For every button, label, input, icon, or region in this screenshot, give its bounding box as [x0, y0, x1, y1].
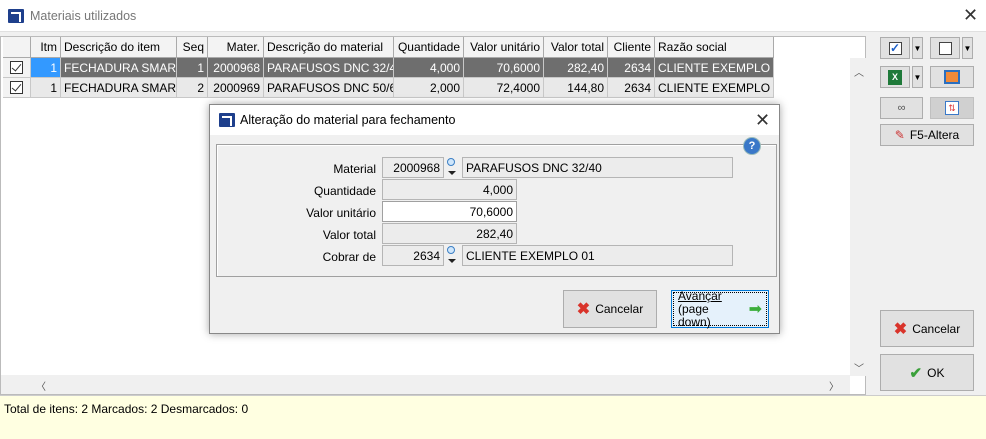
close-icon[interactable]: ✕	[963, 6, 978, 24]
next-label-line2: (page down)	[678, 301, 711, 329]
columns-button[interactable]	[930, 66, 974, 88]
cell-mater: 2000968	[208, 58, 264, 78]
column-header-desc-item[interactable]: Descrição do item	[61, 37, 177, 58]
horizontal-scrollbar[interactable]: 〈 〉	[1, 375, 850, 394]
cell-seq: 2	[177, 78, 208, 98]
material-code-field[interactable]: 2000968	[382, 157, 444, 178]
dialog-close-icon[interactable]: ✕	[755, 111, 770, 129]
scroll-right-icon[interactable]: 〉	[829, 378, 839, 393]
total-value-field: 282,40	[382, 223, 517, 244]
cell-quantidade: 4,000	[394, 58, 464, 78]
cell-quantidade: 2,000	[394, 78, 464, 98]
next-label: Avançar (page down)	[678, 288, 744, 329]
scroll-left-icon[interactable]: 〈	[36, 378, 46, 393]
dialog-title-bar: Alteração do material para fechamento ✕	[210, 105, 779, 135]
cell-desc-item: FECHADURA SMART	[61, 58, 177, 78]
row-checkbox[interactable]	[10, 61, 23, 74]
cell-razao-social: CLIENTE EXEMPLO 01	[655, 58, 774, 78]
arrow-right-icon: ➡	[748, 301, 762, 318]
excel-icon: X	[888, 69, 902, 85]
cancel-x-icon: ✖	[576, 301, 591, 318]
cell-cliente: 2634	[608, 58, 655, 78]
charge-to-label: Cobrar de	[322, 250, 376, 264]
table-hand-icon	[944, 70, 960, 84]
client-lookup-icon[interactable]	[445, 245, 459, 265]
window-title: Materiais utilizados	[30, 9, 137, 23]
cell-valor-total: 282,40	[544, 58, 608, 78]
material-desc-field: PARAFUSOS DNC 32/40	[462, 157, 733, 178]
cell-desc-item: FECHADURA SMART	[61, 78, 177, 98]
dialog-title: Alteração do material para fechamento	[240, 113, 456, 127]
status-text: Total de itens: 2 Marcados: 2 Desmarcado…	[4, 402, 249, 416]
column-header-mater[interactable]: Mater.	[208, 37, 264, 58]
column-header-razao-social[interactable]: Razão social	[655, 37, 774, 58]
cancel-label: Cancelar	[912, 321, 961, 336]
excel-export-button[interactable]: X	[880, 66, 910, 88]
f5-edit-label: F5-Altera	[909, 128, 960, 142]
uncheck-dropdown[interactable]: ▼	[962, 37, 973, 59]
app-icon	[8, 9, 24, 23]
cell-valor-total: 144,80	[544, 78, 608, 98]
total-value-label: Valor total	[322, 228, 376, 242]
cell-desc-material: PARAFUSOS DNC 32/40	[264, 58, 394, 78]
cell-cliente: 2634	[608, 78, 655, 98]
next-label-line1: Avançar	[678, 288, 722, 303]
ok-button[interactable]: ✔ OK	[880, 354, 974, 391]
app-icon	[219, 113, 235, 127]
cell-mater: 2000969	[208, 78, 264, 98]
edit-icon: ✎	[894, 128, 905, 142]
quantity-label: Quantidade	[313, 184, 376, 198]
material-label: Material	[333, 162, 376, 176]
column-header-checkbox[interactable]	[3, 37, 31, 58]
cell-itm: 1	[31, 78, 61, 98]
column-header-quantidade[interactable]: Quantidade	[394, 37, 464, 58]
cell-seq: 1	[177, 58, 208, 78]
cancel-button[interactable]: ✖ Cancelar	[880, 310, 974, 347]
excel-dropdown[interactable]: ▼	[912, 66, 923, 88]
checkbox-empty-icon	[938, 41, 952, 55]
cell-itm: 1	[31, 58, 61, 78]
column-header-seq[interactable]: Seq	[177, 37, 208, 58]
vertical-scrollbar[interactable]: ︿ ﹀	[850, 58, 866, 376]
cell-checkbox[interactable]	[3, 78, 31, 98]
f5-edit-button[interactable]: ✎ F5-Altera	[880, 124, 974, 146]
edit-material-dialog: Alteração do material para fechamento ✕ …	[209, 104, 780, 334]
unit-value-label: Valor unitário	[306, 206, 376, 220]
binoculars-icon: ∞	[897, 102, 906, 114]
help-icon[interactable]: ?	[744, 138, 760, 154]
check-dropdown[interactable]: ▼	[912, 37, 923, 59]
dialog-cancel-button[interactable]: ✖ Cancelar	[563, 290, 657, 328]
title-bar: Materiais utilizados ✕	[0, 0, 986, 32]
row-checkbox[interactable]	[10, 81, 23, 94]
scroll-up-icon[interactable]: ︿	[854, 64, 864, 79]
client-desc-field: CLIENTE EXEMPLO 01	[462, 245, 733, 266]
uncheck-all-button[interactable]	[930, 37, 960, 59]
column-header-itm[interactable]: Itm	[31, 37, 61, 58]
column-header-desc-material[interactable]: Descrição do material	[264, 37, 394, 58]
cancel-x-icon: ✖	[893, 320, 908, 338]
ok-label: OK	[927, 365, 945, 380]
find-button[interactable]: ∞	[880, 97, 923, 119]
check-all-button[interactable]: ✓	[880, 37, 910, 59]
dialog-cancel-label: Cancelar	[595, 302, 644, 316]
column-header-valor-total[interactable]: Valor total	[544, 37, 608, 58]
sort-button[interactable]: ⇅	[930, 97, 974, 119]
unit-value-input[interactable]: 70,6000	[382, 201, 517, 222]
client-code-field[interactable]: 2634	[382, 245, 444, 266]
scroll-down-icon[interactable]: ﹀	[854, 360, 864, 375]
cell-desc-material: PARAFUSOS DNC 50/63	[264, 78, 394, 98]
next-button[interactable]: Avançar (page down) ➡	[671, 288, 769, 329]
cell-valor-unitario: 70,6000	[464, 58, 544, 78]
column-header-cliente[interactable]: Cliente	[608, 37, 655, 58]
status-bar: Total de itens: 2 Marcados: 2 Desmarcado…	[0, 395, 986, 439]
sort-icon: ⇅	[945, 101, 959, 115]
cell-valor-unitario: 72,4000	[464, 78, 544, 98]
material-lookup-icon[interactable]	[445, 157, 459, 177]
quantity-field: 4,000	[382, 179, 517, 200]
checkbox-checked-icon: ✓	[888, 40, 902, 55]
column-header-valor-unitario[interactable]: Valor unitário	[464, 37, 544, 58]
checkmark-icon: ✔	[909, 364, 923, 382]
cell-razao-social: CLIENTE EXEMPLO 01	[655, 78, 774, 98]
cell-checkbox[interactable]	[3, 58, 31, 78]
